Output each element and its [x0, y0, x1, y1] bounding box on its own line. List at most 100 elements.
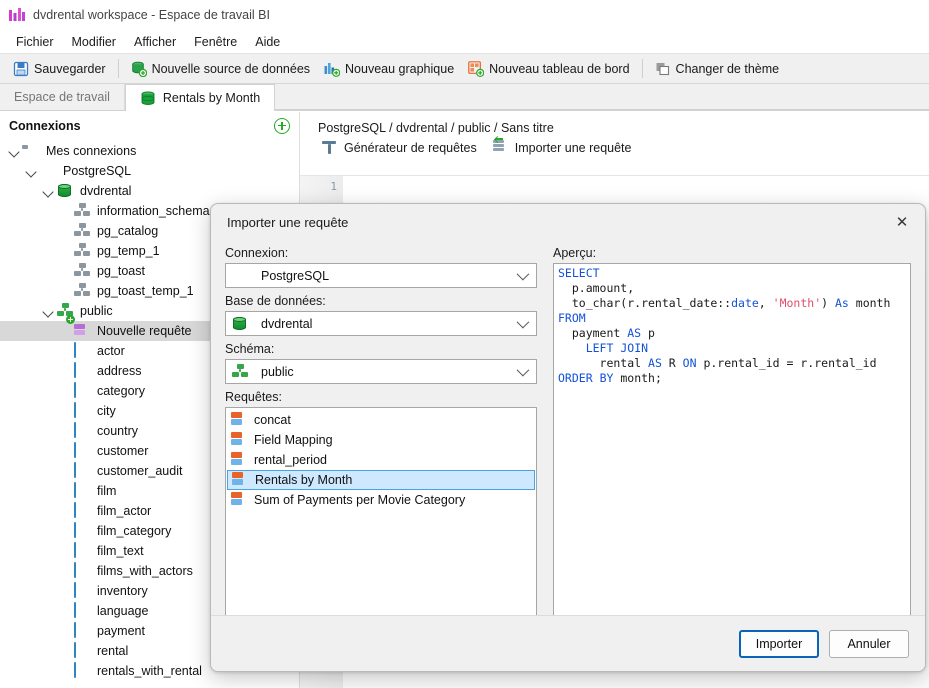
import-query-button[interactable]: Importer une requête — [487, 138, 638, 158]
query-list-item[interactable]: concat — [227, 410, 535, 430]
new-dashboard-button[interactable]: Nouveau tableau de bord — [461, 58, 636, 80]
new-query-icon — [66, 315, 91, 339]
line-number: 1 — [330, 180, 337, 193]
chevron-down-icon[interactable] — [40, 183, 56, 199]
tree-item-dvdrental[interactable]: dvdrental — [0, 181, 299, 201]
menu-afficher[interactable]: Afficher — [125, 33, 185, 51]
tree-item-label: city — [97, 404, 116, 418]
chevron-down-icon[interactable] — [6, 143, 22, 159]
dialog-right-column: Aperçu: SELECT p.amount, to_char(r.renta… — [553, 240, 911, 618]
close-icon[interactable]: ✕ — [879, 204, 925, 240]
tree-item-label: payment — [97, 624, 145, 638]
query-icon — [231, 492, 248, 508]
tab-rentals-by-month[interactable]: Rentals by Month — [124, 84, 276, 111]
tree-item-label: pg_temp_1 — [97, 244, 160, 258]
toolbar-separator-2 — [641, 59, 643, 78]
table-icon — [74, 662, 91, 679]
window-title: dvdrental workspace - Espace de travail … — [33, 8, 270, 22]
import-button[interactable]: Importer — [739, 629, 819, 658]
tree-item-label: address — [97, 364, 142, 378]
change-theme-button[interactable]: Changer de thème — [648, 58, 787, 80]
tree-item-label: pg_toast — [97, 264, 145, 278]
tree-item-postgresql[interactable]: PostgreSQL — [0, 161, 299, 181]
tree-item-label: rentals_with_rental — [97, 664, 202, 678]
query-icon — [231, 452, 248, 468]
table-icon — [74, 462, 91, 479]
query-list-item[interactable]: Sum of Payments per Movie Category — [227, 490, 535, 510]
tab-label: Espace de travail — [14, 90, 110, 104]
menu-fenetre[interactable]: Fenêtre — [185, 33, 246, 51]
queries-label: Requêtes: — [225, 390, 282, 404]
database-icon — [232, 316, 249, 332]
menu-modifier[interactable]: Modifier — [63, 33, 125, 51]
tree-item-label: inventory — [97, 584, 148, 598]
main-toolbar: Sauvegarder Nouvelle source de données N… — [0, 53, 929, 84]
table-icon — [74, 622, 91, 639]
table-icon — [74, 342, 91, 359]
schema-gray-icon — [74, 283, 91, 299]
table-icon — [74, 402, 91, 419]
queries-listbox[interactable]: concat Field Mapping rental_period Rentals … — [225, 407, 537, 649]
database-select[interactable]: dvdrental — [225, 311, 537, 336]
connection-select[interactable]: PostgreSQL — [225, 263, 537, 288]
query-builder-button[interactable]: Générateur de requêtes — [316, 138, 483, 158]
new-chart-label: Nouveau graphique — [345, 61, 455, 76]
query-list-item-label: Sum of Payments per Movie Category — [254, 493, 466, 507]
plug-icon — [23, 143, 40, 159]
new-datasource-label: Nouvelle source de données — [151, 61, 311, 76]
cancel-button[interactable]: Annuler — [829, 629, 909, 658]
table-icon — [74, 602, 91, 619]
query-list-item[interactable]: rental_period — [227, 450, 535, 470]
tab-espace-de-travail[interactable]: Espace de travail — [0, 84, 125, 110]
tree-item-label: film_actor — [97, 504, 152, 518]
menu-bar: Fichier Modifier Afficher Fenêtre Aide — [0, 30, 929, 53]
chevron-down-icon — [516, 267, 530, 281]
postgres-icon — [232, 268, 249, 284]
tree-item-label: customer — [97, 444, 149, 458]
new-datasource-button[interactable]: Nouvelle source de données — [124, 58, 317, 80]
tree-item-label: customer_audit — [97, 464, 183, 478]
save-icon — [13, 61, 29, 77]
import-query-icon — [492, 138, 509, 156]
tab-strip-filler — [275, 109, 929, 110]
tree-item-label: films_with_actors — [97, 564, 193, 578]
add-connection-icon[interactable] — [274, 117, 290, 134]
new-dashboard-label: Nouveau tableau de bord — [489, 61, 630, 76]
query-list-item[interactable]: Field Mapping — [227, 430, 535, 450]
query-list-item[interactable]: Rentals by Month — [227, 470, 535, 490]
new-chart-button[interactable]: Nouveau graphique — [317, 58, 461, 80]
table-icon — [74, 502, 91, 519]
save-button[interactable]: Sauvegarder — [6, 58, 113, 80]
tree-item-label: pg_catalog — [97, 224, 159, 238]
query-builder-icon — [322, 140, 338, 156]
chevron-down-icon[interactable] — [23, 163, 39, 179]
query-actions-toolbar: Générateur de requêtes Importer une requ… — [300, 138, 929, 164]
query-list-item-label: Rentals by Month — [255, 473, 353, 487]
theme-icon — [655, 61, 671, 77]
chevron-down-icon[interactable] — [40, 303, 56, 319]
tree-item-label: information_schema — [97, 204, 210, 218]
tree-item-label: category — [97, 384, 145, 398]
schema-gray-icon — [74, 243, 91, 259]
query-list-item-label: Field Mapping — [254, 433, 333, 447]
schema-select[interactable]: public — [225, 359, 537, 384]
sidebar-header: Connexions — [0, 112, 299, 139]
menu-fichier[interactable]: Fichier — [7, 33, 63, 51]
table-icon — [74, 582, 91, 599]
tree-item-label: film_text — [97, 544, 144, 558]
tree-item-label: public — [80, 304, 113, 318]
schema-green-icon — [232, 363, 249, 380]
tree-item-label: Nouvelle requête — [97, 324, 192, 338]
menu-aide[interactable]: Aide — [246, 33, 289, 51]
tree-item-mes-connexions[interactable]: Mes connexions — [0, 141, 299, 161]
